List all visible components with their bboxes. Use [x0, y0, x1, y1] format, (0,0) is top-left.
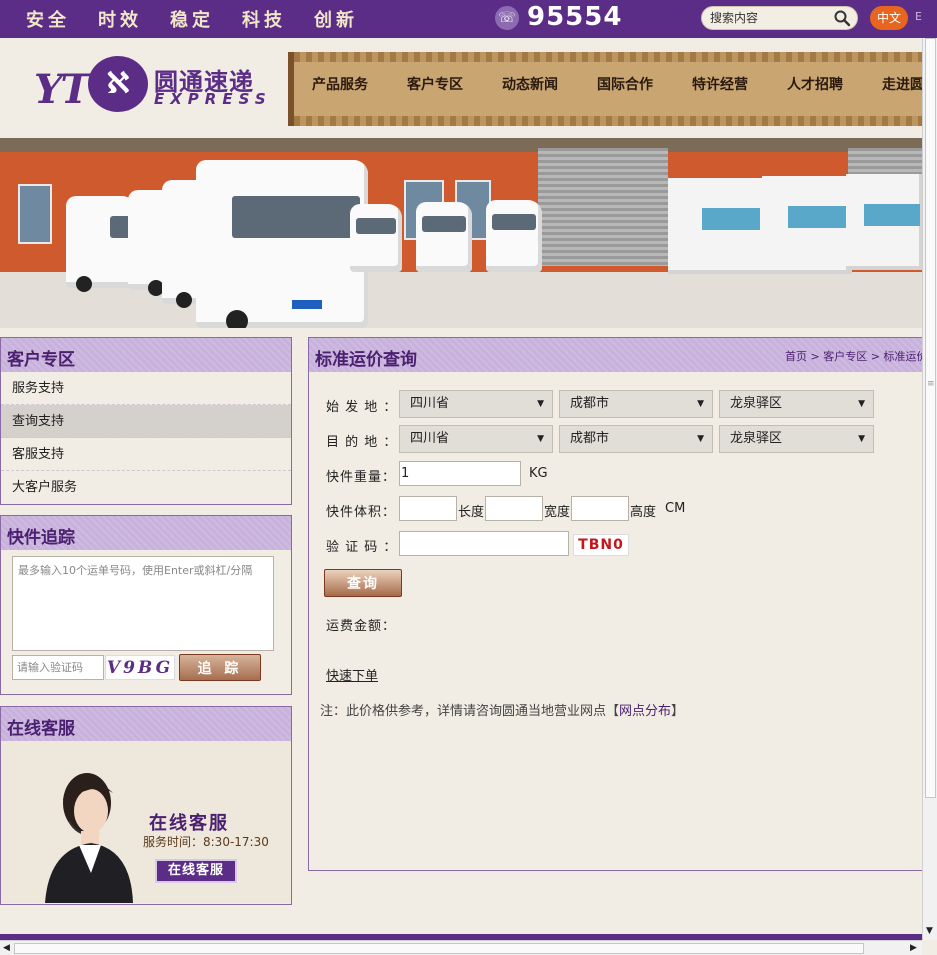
search-input[interactable] [710, 10, 830, 26]
top-slogan-bar: 安全 时效 稳定 科技 创新 ☏ 95554 中文 E [0, 0, 937, 38]
magnifier-icon[interactable] [833, 9, 851, 27]
captcha-label: 验 证 码 ： [326, 540, 398, 555]
dropdown-arrow-icon: ▼ [537, 399, 544, 409]
slogan-technology: 科技 [242, 10, 286, 31]
volume-label: 快件体积： [326, 505, 397, 520]
weight-input[interactable] [399, 461, 521, 486]
tracking-captcha-input[interactable] [12, 655, 104, 680]
online-service-banner: 在线客服 服务时间：8:30-17:30 在线客服 [1, 741, 291, 903]
rate-query-panel: 标准运价查询 首页 > 客户专区 > 标准运价 始 发 地 ： 四川省 ▼ 成都… [308, 337, 927, 871]
phone-icon: ☏ [495, 6, 519, 30]
tracking-captcha-image[interactable]: V9BG [105, 655, 175, 680]
sidebar-item-query-support[interactable]: 查询支持 [1, 405, 291, 438]
service-hours: 服务时间：8:30-17:30 [143, 835, 269, 849]
track-button[interactable]: 追 踪 [179, 654, 261, 681]
rate-captcha-image[interactable]: TBN0 [573, 534, 629, 556]
horizontal-scrollbar[interactable]: ◀ ▶ [0, 940, 922, 955]
scroll-down-arrow-icon[interactable]: ▼ [926, 926, 933, 936]
width-label: 宽度 [544, 505, 571, 520]
nav-item-customer-zone[interactable]: 客户专区 [407, 74, 502, 94]
dest-district-value: 龙泉驿区 [730, 431, 783, 446]
slogan-list: 安全 时效 稳定 科技 创新 [26, 6, 358, 32]
weight-unit: KG [529, 466, 548, 481]
dest-province-value: 四川省 [410, 431, 450, 446]
dest-district-select[interactable]: 龙泉驿区 ▼ [719, 425, 874, 453]
customer-zone-title: 客户专区 [1, 338, 291, 372]
sidebar-item-key-accounts[interactable]: 大客户服务 [1, 471, 291, 504]
dropdown-arrow-icon: ▼ [858, 399, 865, 409]
scroll-right-arrow-icon[interactable]: ▶ [910, 943, 917, 953]
dest-province-select[interactable]: 四川省 ▼ [399, 425, 553, 453]
price-note-suffix: 】 [671, 704, 685, 719]
sidebar-item-service-support[interactable]: 服务支持 [1, 372, 291, 405]
search-box [701, 6, 858, 30]
vertical-scroll-thumb[interactable]: ≡ [925, 38, 936, 798]
site-header: YT ℵ 圆通速递 EXPRESS 产品服务 客户专区 动态新闻 国际合作 特许… [0, 38, 937, 138]
slogan-safety: 安全 [26, 10, 70, 31]
dropdown-arrow-icon: ▼ [697, 399, 704, 409]
language-chinese-button[interactable]: 中文 [870, 6, 908, 30]
waybill-numbers-textarea[interactable] [12, 556, 274, 651]
slogan-stability: 稳定 [170, 10, 214, 31]
logo-english-name: EXPRESS [154, 90, 272, 108]
logo-mark: YT [34, 66, 90, 113]
origin-district-value: 龙泉驿区 [730, 396, 783, 411]
page-title: 标准运价查询 [315, 350, 417, 370]
tracking-title: 快件追踪 [1, 516, 291, 550]
nav-item-franchise[interactable]: 特许经营 [692, 74, 787, 94]
rate-captcha-input[interactable] [399, 531, 569, 556]
origin-city-value: 成都市 [570, 396, 610, 411]
dest-city-select[interactable]: 成都市 ▼ [559, 425, 713, 453]
nav-item-international[interactable]: 国际合作 [597, 74, 692, 94]
hotline-number: 95554 [527, 2, 623, 32]
slogan-timeliness: 时效 [98, 10, 142, 31]
origin-province-value: 四川省 [410, 396, 450, 411]
price-note-text: 注：此价格供参考，详情请咨询圆通当地营业网点【 [320, 704, 620, 719]
language-english-link[interactable]: E [915, 10, 922, 23]
vertical-scrollbar[interactable]: ≡ ▼ [922, 38, 937, 940]
branch-network-link[interactable]: 网点分布 [619, 704, 671, 719]
dropdown-arrow-icon: ▼ [697, 434, 704, 444]
destination-label: 目 的 地 ： [326, 435, 398, 450]
origin-district-select[interactable]: 龙泉驿区 ▼ [719, 390, 874, 418]
scroll-left-arrow-icon[interactable]: ◀ [3, 943, 10, 953]
origin-label: 始 发 地 ： [326, 400, 398, 415]
breadcrumb[interactable]: 首页 > 客户专区 > 标准运价 [785, 348, 927, 364]
query-button[interactable]: 查询 [324, 569, 402, 597]
sidebar-item-customer-service[interactable]: 客服支持 [1, 438, 291, 471]
volume-unit: CM [665, 501, 686, 516]
origin-province-select[interactable]: 四川省 ▼ [399, 390, 553, 418]
online-service-panel: 在线客服 在线客服 服务时间：8:30-17:30 在线客服 [0, 706, 292, 905]
weight-label: 快件重量： [326, 470, 397, 485]
width-input[interactable] [485, 496, 543, 521]
customer-service-agent-image [45, 773, 133, 903]
customer-zone-panel: 客户专区 服务支持 查询支持 客服支持 大客户服务 [0, 337, 292, 505]
height-label: 高度 [630, 505, 657, 520]
dropdown-arrow-icon: ▼ [537, 434, 544, 444]
origin-city-select[interactable]: 成都市 ▼ [559, 390, 713, 418]
length-input[interactable] [399, 496, 457, 521]
dropdown-arrow-icon: ▼ [858, 434, 865, 444]
yto-express-logo[interactable]: YT ℵ 圆通速递 EXPRESS [34, 54, 266, 114]
online-service-title: 在线客服 [1, 707, 291, 741]
price-note: 注：此价格供参考，详情请咨询圆通当地营业网点【网点分布】 [320, 700, 684, 719]
fee-label: 运费金额： [326, 619, 397, 634]
length-label: 长度 [458, 505, 485, 520]
quick-order-link[interactable]: 快速下单 [326, 665, 378, 684]
horizontal-scroll-thumb[interactable] [14, 943, 864, 954]
nav-item-products[interactable]: 产品服务 [312, 74, 407, 94]
logo-circle-icon: ℵ [88, 56, 148, 112]
nav-item-news[interactable]: 动态新闻 [502, 74, 597, 94]
main-nav: 产品服务 客户专区 动态新闻 国际合作 特许经营 人才招聘 走进圆通 [288, 52, 937, 126]
online-service-button[interactable]: 在线客服 [155, 859, 237, 883]
height-input[interactable] [571, 496, 629, 521]
online-service-heading: 在线客服 [149, 813, 229, 834]
fleet-banner-image [0, 138, 922, 328]
tracking-panel: 快件追踪 V9BG 追 踪 [0, 515, 292, 695]
nav-item-careers[interactable]: 人才招聘 [787, 74, 882, 94]
slogan-innovation: 创新 [314, 10, 358, 31]
dest-city-value: 成都市 [570, 431, 610, 446]
